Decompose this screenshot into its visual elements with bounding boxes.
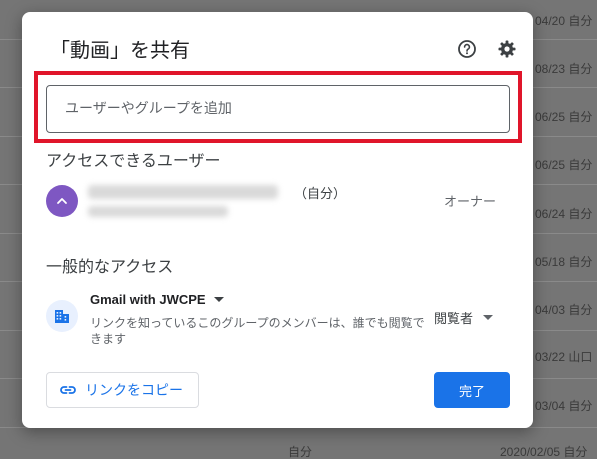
role-select[interactable]: 閲覧者	[434, 308, 494, 327]
blurred-email	[88, 206, 228, 217]
copy-link-label: リンクをコピー	[85, 382, 183, 398]
gear-icon	[498, 40, 516, 58]
dialog-title: 「動画」を共有	[50, 38, 190, 62]
add-people-input[interactable]	[46, 85, 510, 133]
help-button[interactable]	[456, 38, 478, 60]
blurred-name	[88, 185, 278, 199]
list-item-date: 2020/02/05 自分	[500, 445, 588, 459]
copy-link-button[interactable]: リンクをコピー	[46, 372, 199, 408]
access-group-select[interactable]: Gmail with JWCPE	[90, 292, 224, 307]
list-item-date: 05/18 自分	[535, 255, 593, 269]
access-description: リンクを知っているこのグループのメンバーは、誰でも閲覧できます	[90, 316, 425, 346]
building-icon	[55, 310, 69, 323]
help-circle-icon	[458, 40, 476, 58]
general-access-title: 一般的なアクセス	[46, 257, 174, 276]
list-item-owner: 自分	[288, 445, 313, 459]
list-item-date: 06/24 自分	[535, 207, 593, 221]
role-label: 閲覧者	[434, 312, 474, 327]
list-item-date: 08/23 自分	[535, 62, 593, 76]
share-dialog: 「動画」を共有 アクセスできるユーザー	[22, 12, 533, 428]
caret-down-icon	[483, 315, 494, 320]
owner-role: オーナー	[444, 195, 497, 210]
list-item-date: 06/25 自分	[535, 158, 593, 172]
avatar	[46, 185, 78, 217]
caret-down-icon	[213, 297, 224, 302]
org-icon	[46, 300, 78, 332]
list-item-date: 03/22 山口	[535, 350, 593, 364]
list-item-date: 04/20 自分	[535, 14, 593, 28]
list-item-date: 04/03 自分	[535, 303, 593, 317]
settings-button[interactable]	[496, 38, 518, 60]
list-item-date: 06/25 自分	[535, 110, 593, 124]
list-item-date: 03/04 自分	[535, 399, 593, 413]
self-label: （自分）	[294, 187, 347, 202]
link-icon	[60, 386, 76, 394]
access-group-label: Gmail with JWCPE	[90, 292, 206, 307]
chevron-up-icon	[57, 198, 67, 204]
people-section-title: アクセスできるユーザー	[46, 151, 221, 170]
done-button[interactable]: 完了	[434, 372, 510, 408]
